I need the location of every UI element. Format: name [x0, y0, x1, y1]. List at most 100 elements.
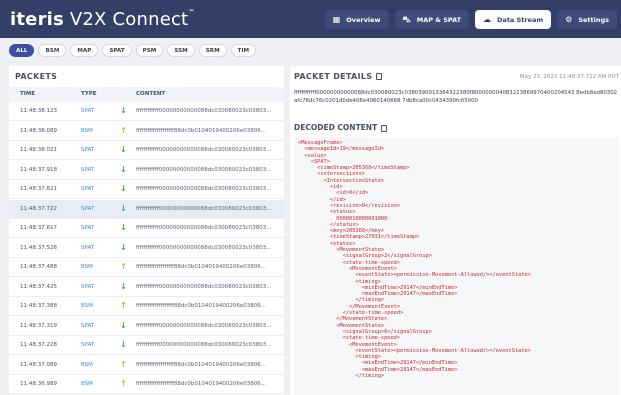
packets-table-header: TIME TYPE CONTENT: [9, 87, 284, 102]
packet-time: 11:48:38.123: [20, 108, 57, 114]
copy-icon[interactable]: [381, 124, 388, 132]
top-bar: iteris V2X Connect™ ▦ Overview ⛍ MAP & SPA…: [0, 0, 621, 38]
packet-content: ffffffffffff00000000000088dc030080023c03…: [136, 322, 272, 329]
packet-type: SPAT: [81, 342, 95, 348]
arrow-down-icon: ↓: [120, 203, 127, 213]
col-content-header: CONTENT: [136, 91, 166, 97]
grid-icon: ▦: [332, 15, 341, 24]
packet-content: ffffffffffff00000000000088dc030080023c03…: [136, 166, 272, 173]
packet-time: 11:48:37.488: [20, 264, 57, 270]
filter-tim[interactable]: TIM: [230, 44, 257, 57]
packet-content: ffffffffffff00000000000088dc030080023c03…: [136, 244, 272, 251]
filter-map[interactable]: MAP: [70, 44, 99, 57]
packet-type: SPAT: [81, 205, 95, 212]
table-row[interactable]: 11:48:37.388 BSM ↑ ffffffffffffffffffff88dc…: [9, 297, 284, 316]
packet-timestamp: May 23, 2022 11:48:37.722 AM PDT: [519, 74, 619, 80]
filter-bsm[interactable]: BSM: [38, 44, 67, 57]
filter-ssm[interactable]: SSM: [167, 44, 195, 57]
filter-psm[interactable]: PSM: [135, 44, 164, 57]
packet-content: ffffffffffff00000000000088dc030080023c03…: [136, 205, 272, 212]
arrow-down-icon: ↓: [120, 184, 127, 193]
arrow-up-icon: ↑: [120, 125, 127, 135]
arrow-down-icon: ↓: [120, 340, 127, 349]
table-row[interactable]: 11:48:37.821 SPAT ↓ ffffffffffff00000000000…: [9, 180, 284, 199]
table-row[interactable]: 11:48:36.989 BSM ↑ ffffffffffffffffffff88dc…: [9, 375, 284, 394]
table-row[interactable]: 11:48:37.425 SPAT ↓ ffffffffffff00000000000…: [9, 278, 284, 297]
packet-type: BSM: [81, 361, 93, 368]
arrow-down-icon: ↓: [120, 145, 127, 154]
packet-type: SPAT: [81, 225, 95, 231]
packet-content: ffffffffffff00000000000088dc030080023c03…: [136, 186, 272, 192]
packet-type: SPAT: [81, 186, 95, 192]
packet-content: ffffffffffff00000000000088dc030080023c03…: [136, 283, 272, 290]
decoded-content-title: DECODED CONTENT: [294, 123, 388, 132]
packet-time: 11:48:38.021: [20, 147, 57, 153]
packet-details-panel: PACKET DETAILS May 23, 2022 11:48:37.722…: [290, 66, 621, 395]
decoded-xml: <MessageFrame> <messageId>19</messageId>…: [294, 137, 619, 395]
packet-time: 11:48:37.526: [20, 244, 57, 251]
packet-content: ffffffffffffffffffff88dc0b0104019400206e…: [136, 361, 267, 368]
nav-map-spat-button[interactable]: ⛍ MAP & SPAT: [394, 10, 470, 29]
packet-type: BSM: [81, 127, 93, 134]
packet-type: SPAT: [81, 108, 95, 114]
main-nav: ▦ Overview ⛍ MAP & SPAT ☁ Data Stream ⚙ Sett…: [324, 10, 617, 29]
packet-time: 11:48:37.722: [20, 205, 57, 212]
packet-content: ffffffffffffffffffff88dc0b0104019400206e…: [136, 381, 267, 387]
packet-hex-content: ffffffffffff00000000000088dc030080023c03…: [294, 90, 618, 104]
nav-settings-button[interactable]: ⚙ Settings: [557, 10, 617, 29]
packet-content: ffffffffffffffffffff88dc0b0104019400206e…: [136, 127, 267, 134]
road-icon: ⛍: [402, 14, 411, 24]
packet-time: 11:48:37.918: [20, 166, 57, 173]
packets-panel: PACKETS TIME TYPE CONTENT 11:48:38.123 SP…: [9, 66, 284, 395]
packet-time: 11:48:37.425: [20, 283, 57, 290]
packet-time: 11:48:37.617: [20, 225, 57, 231]
col-type-header: TYPE: [81, 91, 97, 97]
packet-type: SPAT: [81, 244, 95, 251]
arrow-down-icon: ↓: [120, 242, 127, 252]
table-row[interactable]: 11:48:37.089 BSM ↑ ffffffffffffffffffff88dc…: [9, 356, 284, 375]
arrow-up-icon: ↑: [120, 262, 127, 271]
table-row[interactable]: 11:48:37.228 SPAT ↓ ffffffffffff00000000000…: [9, 336, 284, 355]
packet-type: SPAT: [81, 147, 95, 153]
packet-type: SPAT: [81, 166, 95, 173]
packet-type: SPAT: [81, 322, 95, 329]
packet-content: ffffffffffffffffffff88dc0b0104019400206e…: [136, 264, 267, 270]
filter-all[interactable]: ALL: [9, 44, 35, 57]
copy-icon[interactable]: [376, 73, 383, 80]
table-row[interactable]: 11:48:37.488 BSM ↑ ffffffffffffffffffff88dc…: [9, 258, 284, 277]
cloud-icon: ☁: [483, 15, 492, 24]
packet-content: ffffffffffff00000000000088dc030080023c03…: [136, 108, 272, 114]
table-row[interactable]: 11:48:37.918 SPAT ↓ ffffffffffff00000000000…: [9, 161, 284, 180]
arrow-down-icon: ↓: [120, 281, 127, 291]
packet-content: ffffffffffff00000000000088dc030080023c03…: [136, 225, 272, 231]
arrow-up-icon: ↑: [120, 359, 127, 369]
type-filter-bar: ALL BSM MAP SPAT PSM SSM SRM TIM: [9, 44, 257, 57]
packet-type: BSM: [81, 381, 93, 387]
app-logo: iteris V2X Connect™: [10, 8, 195, 30]
nav-overview-button[interactable]: ▦ Overview: [324, 10, 389, 29]
table-row[interactable]: 11:48:37.319 SPAT ↓ ffffffffffff00000000000…: [9, 317, 284, 336]
arrow-up-icon: ↑: [120, 379, 127, 388]
packets-title: PACKETS: [15, 72, 58, 81]
packet-content: ffffffffffffffffffff88dc0b0104019400206e…: [136, 303, 267, 309]
arrow-down-icon: ↓: [120, 320, 127, 330]
packet-time: 11:48:36.989: [20, 381, 57, 387]
packet-time: 11:48:37.089: [20, 361, 57, 368]
packet-time: 11:48:37.388: [20, 303, 57, 309]
col-time-header: TIME: [20, 91, 36, 97]
table-row[interactable]: 11:48:37.617 SPAT ↓ ffffffffffff00000000000…: [9, 219, 284, 238]
table-row[interactable]: 11:48:38.089 BSM ↑ ffffffffffffffffffff88dc…: [9, 122, 284, 141]
packet-content: ffffffffffff00000000000088dc030080023c03…: [136, 147, 272, 153]
table-row[interactable]: 11:48:37.526 SPAT ↓ ffffffffffff00000000000…: [9, 239, 284, 258]
filter-spat[interactable]: SPAT: [102, 44, 132, 57]
arrow-down-icon: ↓: [120, 106, 127, 115]
nav-data-stream-button[interactable]: ☁ Data Stream: [475, 10, 552, 29]
table-row[interactable]: 11:48:38.021 SPAT ↓ ffffffffffff00000000000…: [9, 141, 284, 160]
arrow-down-icon: ↓: [120, 164, 127, 174]
packet-time: 11:48:38.089: [20, 127, 57, 134]
filter-srm[interactable]: SRM: [198, 44, 227, 57]
table-row[interactable]: 11:48:38.123 SPAT ↓ ffffffffffff00000000000…: [9, 102, 284, 121]
packet-time: 11:48:37.228: [20, 342, 57, 348]
table-row[interactable]: 11:48:37.722 SPAT ↓ ffffffffffff00000000000…: [9, 199, 284, 219]
packet-details-title: PACKET DETAILS: [294, 72, 383, 81]
